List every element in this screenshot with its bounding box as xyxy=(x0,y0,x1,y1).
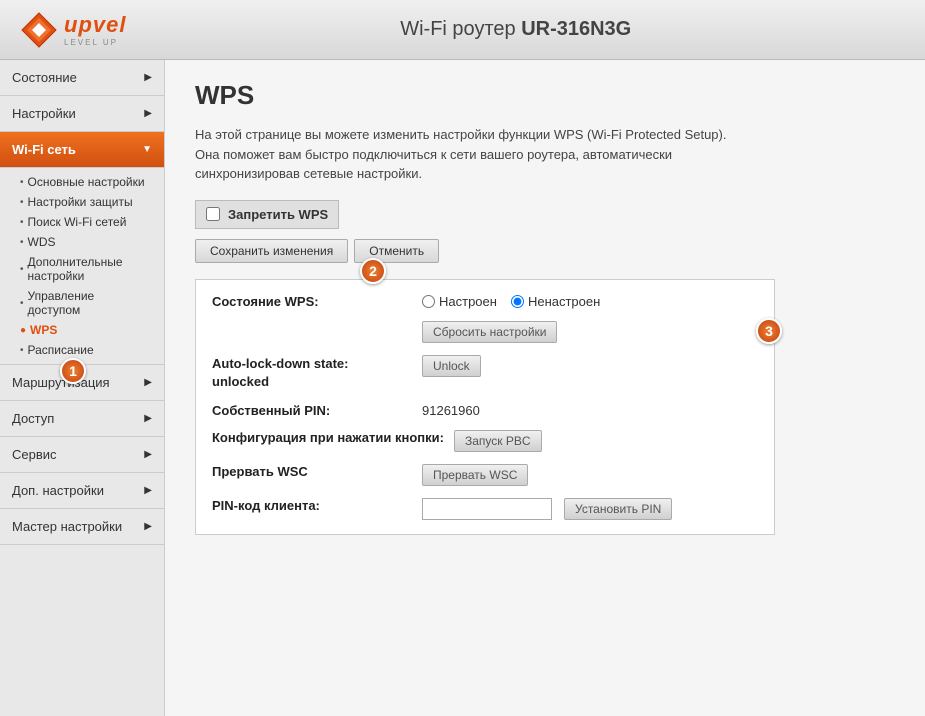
pbc-value: Запуск PBC xyxy=(454,430,542,452)
wps-radio-group: Настроен Ненастроен xyxy=(422,294,600,309)
interrupt-wsc-value: Прервать WSC xyxy=(422,464,528,486)
sidebar-arrow-routing: ▶ xyxy=(144,377,152,388)
wps-reset-row: Сбросить настройки xyxy=(212,321,758,343)
sidebar-label-settings: Настройки xyxy=(12,106,76,121)
sidebar-label-routing: Маршрутизация xyxy=(12,375,110,390)
client-pin-row: PIN-код клиента: Установить PIN xyxy=(212,498,758,520)
disable-wps-label: Запретить WPS xyxy=(228,207,328,222)
autolock-label: Auto-lock-down state: unlocked xyxy=(212,355,412,391)
autolock-value: unlocked xyxy=(212,374,269,389)
wifi-submenu: • Основные настройки • Настройки защиты … xyxy=(0,168,164,365)
sidebar-label-advanced: Доп. настройки xyxy=(12,483,104,498)
wps-reset-value: Сбросить настройки xyxy=(422,321,557,343)
sidebar-subitem-access-ctrl[interactable]: • Управление доступом xyxy=(0,286,164,320)
cancel-button[interactable]: Отменить xyxy=(354,239,439,263)
not-configured-label: Ненастроен xyxy=(528,294,600,309)
bullet-basic: • xyxy=(20,177,24,188)
wps-status-value: Настроен Ненастроен xyxy=(422,294,600,309)
bullet-additional: • xyxy=(20,264,24,275)
sidebar-subitem-schedule[interactable]: • Расписание xyxy=(0,340,164,360)
sidebar-subitem-additional[interactable]: • Дополнительные настройки xyxy=(0,252,164,286)
bullet-wds: • xyxy=(20,237,24,248)
set-pin-button[interactable]: Установить PIN xyxy=(564,498,672,520)
sidebar-label-service: Сервис xyxy=(12,447,57,462)
reset-settings-button[interactable]: Сбросить настройки xyxy=(422,321,557,343)
interrupt-wsc-row: Прервать WSC Прервать WSC xyxy=(212,464,758,486)
action-buttons-row: Сохранить изменения Отменить xyxy=(195,239,895,263)
disable-wps-row: Запретить WPS xyxy=(195,200,339,229)
configured-label: Настроен xyxy=(439,294,497,309)
main-content: WPS На этой странице вы можете изменить … xyxy=(165,60,925,716)
own-pin-label: Собственный PIN: xyxy=(212,403,412,418)
wps-status-row: Состояние WPS: Настроен Ненастроен xyxy=(212,294,758,309)
sidebar-subitem-wds[interactable]: • WDS xyxy=(0,232,164,252)
sidebar-subitem-security[interactable]: • Настройки защиты xyxy=(0,192,164,212)
client-pin-value: Установить PIN xyxy=(422,498,672,520)
radio-not-configured-input[interactable] xyxy=(511,295,524,308)
bullet-access-ctrl: • xyxy=(20,298,24,309)
own-pin-value: 91261960 xyxy=(422,403,480,418)
page-title: WPS xyxy=(195,80,895,111)
client-pin-label: PIN-код клиента: xyxy=(212,498,412,513)
sidebar-subitem-basic[interactable]: • Основные настройки xyxy=(0,172,164,192)
sidebar: Состояние ▶ Настройки ▶ Wi-Fi сеть ▼ • О… xyxy=(0,60,165,716)
sidebar-arrow-settings: ▶ xyxy=(144,108,152,119)
radio-configured[interactable]: Настроен xyxy=(422,294,497,309)
bullet-security: • xyxy=(20,197,24,208)
sidebar-label-wizard: Мастер настройки xyxy=(12,519,122,534)
sidebar-item-settings[interactable]: Настройки ▶ xyxy=(0,96,164,132)
radio-configured-input[interactable] xyxy=(422,295,435,308)
autolock-row: Auto-lock-down state: unlocked Unlock xyxy=(212,355,758,391)
radio-not-configured[interactable]: Ненастроен xyxy=(511,294,600,309)
interrupt-wsc-button[interactable]: Прервать WSC xyxy=(422,464,528,486)
launch-pbc-button[interactable]: Запуск PBC xyxy=(454,430,542,452)
own-pin-row: Собственный PIN: 91261960 xyxy=(212,403,758,418)
autolock-value-cell: Unlock xyxy=(422,355,481,377)
pbc-label: Конфигурация при нажатии кнопки: xyxy=(212,430,444,445)
sidebar-item-routing[interactable]: Маршрутизация ▶ xyxy=(0,365,164,401)
unlock-button[interactable]: Unlock xyxy=(422,355,481,377)
sidebar-item-service[interactable]: Сервис ▶ xyxy=(0,437,164,473)
save-button[interactable]: Сохранить изменения xyxy=(195,239,348,263)
logo-tagline: LEVEL UP xyxy=(64,38,126,47)
disable-wps-checkbox[interactable] xyxy=(206,207,220,221)
sidebar-subitem-scan[interactable]: • Поиск Wi-Fi сетей xyxy=(0,212,164,232)
logo-brand: upvel xyxy=(64,12,126,38)
sidebar-arrow-service: ▶ xyxy=(144,449,152,460)
pbc-row: Конфигурация при нажатии кнопки: Запуск … xyxy=(212,430,758,452)
sidebar-label-wifi: Wi-Fi сеть xyxy=(12,142,76,157)
logo-icon xyxy=(20,11,58,49)
sidebar-item-advanced[interactable]: Доп. настройки ▶ xyxy=(0,473,164,509)
header: upvel LEVEL UP Wi-Fi роутер UR-316N3G xyxy=(0,0,925,60)
sidebar-arrow-status: ▶ xyxy=(144,72,152,83)
own-pin-number: 91261960 xyxy=(422,403,480,418)
logo-text: upvel LEVEL UP xyxy=(64,12,126,47)
sidebar-arrow-wifi: ▼ xyxy=(142,144,152,155)
sidebar-item-wifi[interactable]: Wi-Fi сеть ▼ xyxy=(0,132,164,168)
sidebar-item-wizard[interactable]: Мастер настройки ▶ xyxy=(0,509,164,545)
bullet-schedule: • xyxy=(20,345,24,356)
sidebar-arrow-access: ▶ xyxy=(144,413,152,424)
sidebar-item-access[interactable]: Доступ ▶ xyxy=(0,401,164,437)
bullet-scan: • xyxy=(20,217,24,228)
model-name: UR-316N3G xyxy=(521,18,631,40)
sidebar-label-status: Состояние xyxy=(12,70,77,85)
sidebar-subitem-wps[interactable]: ● WPS xyxy=(0,320,164,340)
main-layout: Состояние ▶ Настройки ▶ Wi-Fi сеть ▼ • О… xyxy=(0,60,925,716)
page-description: На этой странице вы можете изменить наст… xyxy=(195,125,735,184)
interrupt-wsc-label: Прервать WSC xyxy=(212,464,412,479)
wps-status-label: Состояние WPS: xyxy=(212,294,412,309)
bullet-wps: ● xyxy=(20,325,26,336)
sidebar-label-access: Доступ xyxy=(12,411,54,426)
logo: upvel LEVEL UP xyxy=(20,11,126,49)
sidebar-item-status[interactable]: Состояние ▶ xyxy=(0,60,164,96)
sidebar-arrow-advanced: ▶ xyxy=(144,485,152,496)
page-header-title: Wi-Fi роутер UR-316N3G xyxy=(126,18,905,41)
sidebar-arrow-wizard: ▶ xyxy=(144,521,152,532)
wps-status-box: Состояние WPS: Настроен Ненастроен xyxy=(195,279,775,535)
client-pin-input[interactable] xyxy=(422,498,552,520)
